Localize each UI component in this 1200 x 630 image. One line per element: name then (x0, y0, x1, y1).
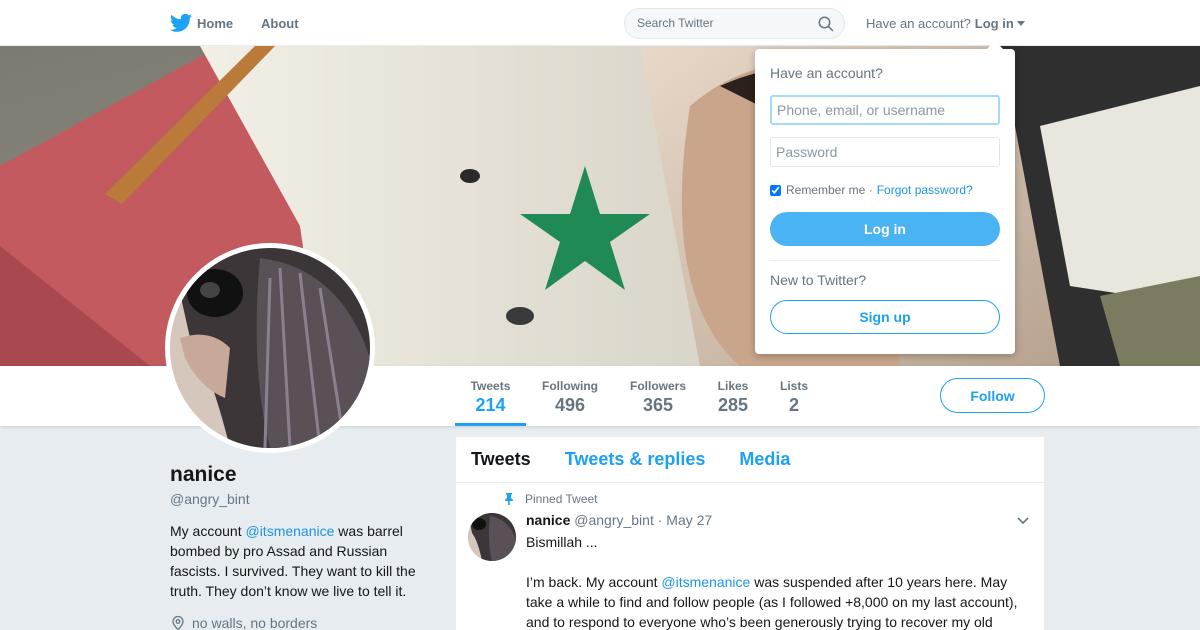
password-input[interactable] (770, 137, 1000, 167)
follow-button[interactable]: Follow (940, 378, 1045, 413)
search-box (624, 8, 845, 39)
have-account-text: Have an account? (866, 15, 971, 31)
profile-bio: My account @itsmenanice was barrel bombe… (170, 521, 430, 601)
timeline-tabs: Tweets Tweets & replies Media (456, 437, 1044, 483)
profile-avatar[interactable] (165, 243, 375, 453)
pinned-tweet[interactable]: Pinned Tweet nanice @angry_bint · May 27… (456, 483, 1044, 630)
twitter-bird-icon[interactable] (170, 13, 192, 33)
remember-me-row: Remember me · Forgot password? (770, 183, 973, 197)
tab-tweets-replies[interactable]: Tweets & replies (565, 449, 706, 470)
nav-about-link[interactable]: About (261, 0, 299, 46)
stat-label: Following (542, 379, 598, 393)
pinned-indicator: Pinned Tweet (503, 492, 598, 506)
tweet-author-name[interactable]: nanice (526, 512, 570, 528)
stat-value: 365 (642, 395, 674, 415)
bio-mention-link[interactable]: @itsmenanice (245, 523, 334, 539)
location-text: no walls, no borders (192, 615, 318, 630)
stat-value: 496 (554, 395, 586, 415)
stat-following[interactable]: Following 496 (536, 366, 604, 426)
signup-button[interactable]: Sign up (770, 300, 1000, 334)
dropdown-divider (770, 260, 1000, 261)
remember-me-checkbox[interactable] (770, 184, 781, 196)
stat-followers[interactable]: Followers 365 (624, 366, 692, 426)
tweet-text-segment: I’m back. My account (526, 574, 662, 590)
tweet-text-paragraph: I’m back. My account @itsmenanice was su… (526, 572, 1026, 630)
login-toggle[interactable]: Log in (975, 16, 1025, 31)
login-toggle-label: Log in (974, 15, 1014, 31)
bio-text: My account (170, 523, 246, 539)
profile-location: no walls, no borders (170, 615, 317, 630)
nav-home-link[interactable]: Home (197, 0, 233, 46)
stat-label: Followers (629, 379, 686, 393)
stat-tweets[interactable]: Tweets 214 (455, 366, 526, 426)
stat-label: Tweets (470, 379, 511, 393)
top-nav-bar: Home About Have an account? Log in (0, 0, 1200, 46)
username-input[interactable] (770, 95, 1000, 125)
pin-icon (505, 493, 513, 505)
remember-me-label: Remember me · (786, 183, 873, 197)
tweet-author-handle[interactable]: @angry_bint (574, 512, 654, 528)
search-icon[interactable] (818, 16, 834, 32)
pinned-label: Pinned Tweet (525, 492, 598, 506)
stat-label: Likes (717, 379, 749, 393)
stat-value: 285 (717, 395, 749, 415)
stat-lists[interactable]: Lists 2 (776, 366, 812, 426)
tweet-text: Bismillah ... I’m back. My account @itsm… (526, 532, 1026, 630)
tweet-date[interactable]: · May 27 (658, 512, 712, 528)
have-account-prompt: Have an account? Log in (866, 0, 1025, 46)
stat-label: Lists (779, 379, 808, 393)
new-to-twitter-text: New to Twitter? (770, 272, 867, 288)
stat-value: 214 (475, 395, 506, 415)
login-dropdown: Have an account? Remember me · Forgot pa… (755, 41, 1015, 354)
forgot-password-link[interactable]: Forgot password? (877, 183, 973, 197)
login-button[interactable]: Log in (770, 212, 1000, 246)
tab-tweets[interactable]: Tweets (471, 449, 531, 470)
tab-media[interactable]: Media (739, 449, 790, 470)
login-dropdown-title: Have an account? (770, 65, 883, 81)
profile-handle[interactable]: @angry_bint (170, 491, 250, 507)
dropdown-caret (987, 41, 1003, 49)
location-pin-icon (172, 615, 184, 630)
tweet-avatar[interactable] (468, 513, 516, 561)
timeline-panel: Tweets Tweets & replies Media Pinned Twe… (456, 437, 1044, 630)
stat-likes[interactable]: Likes 285 (713, 366, 753, 426)
caret-down-icon (1016, 20, 1025, 26)
tweet-header: nanice @angry_bint · May 27 (526, 512, 712, 528)
search-input[interactable] (637, 16, 807, 30)
profile-name[interactable]: nanice (170, 463, 237, 487)
tweet-text-line: Bismillah ... (526, 534, 598, 550)
stat-value: 2 (788, 395, 799, 415)
chevron-down-icon[interactable] (1017, 517, 1029, 525)
tweet-mention-link[interactable]: @itsmenanice (661, 574, 750, 590)
